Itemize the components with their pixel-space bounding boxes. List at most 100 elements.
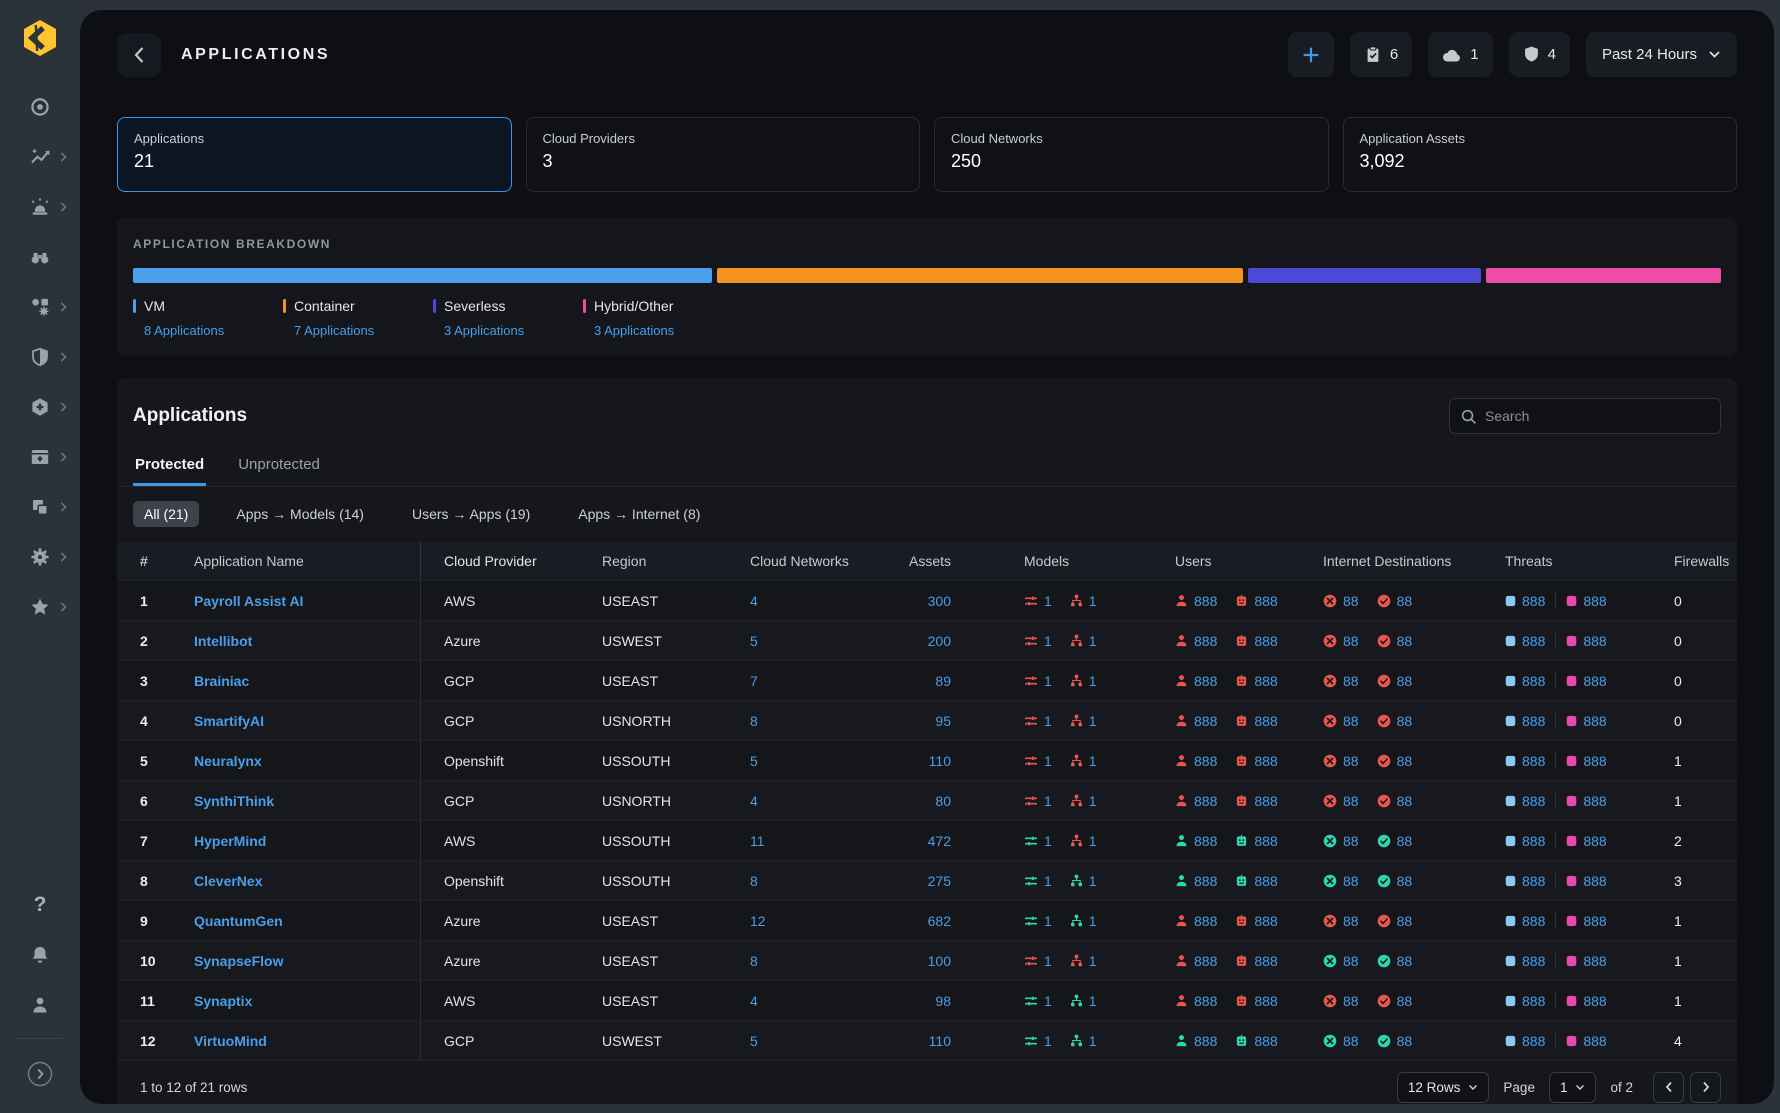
sidebar-item-alarm[interactable] [0, 182, 80, 232]
circle-x-count-link[interactable]: 88 [1343, 1033, 1359, 1049]
user-count-link[interactable]: 888 [1194, 993, 1217, 1009]
threat-chip-count-link[interactable]: 888 [1522, 673, 1545, 689]
user-count-link[interactable]: 888 [1194, 673, 1217, 689]
assets-link[interactable]: 95 [935, 713, 951, 729]
hierarchy-count-link[interactable]: 1 [1089, 1033, 1097, 1049]
circle-x-count-link[interactable]: 88 [1343, 913, 1359, 929]
sidebar-item-target[interactable] [0, 82, 80, 132]
application-name-link[interactable]: SmartifyAI [194, 713, 264, 729]
sidebar-item-hexagon-plus[interactable] [0, 382, 80, 432]
hierarchy-count-link[interactable]: 1 [1089, 593, 1097, 609]
cloud-networks-link[interactable]: 5 [750, 753, 758, 769]
robot-count-link[interactable]: 888 [1254, 873, 1277, 889]
assets-link[interactable]: 89 [935, 673, 951, 689]
application-name-link[interactable]: HyperMind [194, 833, 266, 849]
sidebar-item-shapes[interactable] [0, 282, 80, 332]
robot-count-link[interactable]: 888 [1254, 953, 1277, 969]
legend-count-link[interactable]: 3 Applications [594, 323, 674, 338]
hierarchy-count-link[interactable]: 1 [1089, 993, 1097, 1009]
sidebar-item-window-plus[interactable] [0, 432, 80, 482]
filter-apps-models[interactable]: Apps → Models (14) [225, 501, 375, 527]
circle-x-count-link[interactable]: 88 [1343, 673, 1359, 689]
robot-count-link[interactable]: 888 [1254, 673, 1277, 689]
threat-chip-count-link[interactable]: 888 [1522, 1033, 1545, 1049]
cloud-networks-link[interactable]: 8 [750, 953, 758, 969]
threat-chip-count-link[interactable]: 888 [1522, 993, 1545, 1009]
stat-card-applications[interactable]: Applications 21 [117, 117, 512, 192]
clouds-count-chip[interactable]: 1 [1428, 32, 1492, 77]
robot-count-link[interactable]: 888 [1254, 1033, 1277, 1049]
hierarchy-count-link[interactable]: 1 [1089, 953, 1097, 969]
threat-chip-count-link[interactable]: 888 [1583, 913, 1606, 929]
stat-card-application-assets[interactable]: Application Assets 3,092 [1343, 117, 1738, 192]
sidebar-item-trend[interactable] [0, 132, 80, 182]
threat-chip-count-link[interactable]: 888 [1583, 633, 1606, 649]
application-name-link[interactable]: Neuralynx [194, 753, 262, 769]
assets-link[interactable]: 100 [928, 953, 951, 969]
sidebar-item-copy[interactable] [0, 482, 80, 532]
robot-count-link[interactable]: 888 [1254, 713, 1277, 729]
user-count-link[interactable]: 888 [1194, 913, 1217, 929]
cloud-networks-link[interactable]: 7 [750, 673, 758, 689]
application-name-link[interactable]: VirtuoMind [194, 1033, 267, 1049]
cloud-networks-link[interactable]: 12 [750, 913, 766, 929]
circle-x-count-link[interactable]: 88 [1343, 793, 1359, 809]
threat-chip-count-link[interactable]: 888 [1583, 873, 1606, 889]
robot-count-link[interactable]: 888 [1254, 833, 1277, 849]
robot-count-link[interactable]: 888 [1254, 753, 1277, 769]
sliders-count-link[interactable]: 1 [1044, 593, 1052, 609]
threat-chip-count-link[interactable]: 888 [1583, 793, 1606, 809]
application-name-link[interactable]: Synaptix [194, 993, 252, 1009]
threat-chip-count-link[interactable]: 888 [1522, 913, 1545, 929]
user-count-link[interactable]: 888 [1194, 633, 1217, 649]
assets-link[interactable]: 300 [928, 593, 951, 609]
circle-x-count-link[interactable]: 88 [1343, 873, 1359, 889]
sliders-count-link[interactable]: 1 [1044, 1033, 1052, 1049]
user-count-link[interactable]: 888 [1194, 1033, 1217, 1049]
threat-chip-count-link[interactable]: 888 [1583, 753, 1606, 769]
sliders-count-link[interactable]: 1 [1044, 873, 1052, 889]
back-button[interactable] [117, 33, 161, 77]
breakdown-segment-vm[interactable] [133, 268, 712, 283]
assets-link[interactable]: 275 [928, 873, 951, 889]
sidebar-item-binoculars[interactable] [0, 232, 80, 282]
circle-x-count-link[interactable]: 88 [1343, 833, 1359, 849]
robot-count-link[interactable]: 888 [1254, 993, 1277, 1009]
application-name-link[interactable]: Intellibot [194, 633, 252, 649]
next-page-button[interactable] [1690, 1072, 1721, 1103]
threat-chip-count-link[interactable]: 888 [1583, 673, 1606, 689]
circle-check-count-link[interactable]: 88 [1397, 673, 1413, 689]
threat-chip-count-link[interactable]: 888 [1522, 633, 1545, 649]
user-count-link[interactable]: 888 [1194, 593, 1217, 609]
circle-check-count-link[interactable]: 88 [1397, 753, 1413, 769]
filter-all[interactable]: All (21) [133, 501, 199, 527]
filter-apps-internet[interactable]: Apps → Internet (8) [567, 501, 711, 527]
stat-card-cloud-providers[interactable]: Cloud Providers 3 [526, 117, 921, 192]
time-range-dropdown[interactable]: Past 24 Hours [1586, 32, 1737, 77]
circle-x-count-link[interactable]: 88 [1343, 753, 1359, 769]
sliders-count-link[interactable]: 1 [1044, 713, 1052, 729]
circle-check-count-link[interactable]: 88 [1397, 913, 1413, 929]
robot-count-link[interactable]: 888 [1254, 593, 1277, 609]
cloud-networks-link[interactable]: 5 [750, 1033, 758, 1049]
threat-chip-count-link[interactable]: 888 [1583, 593, 1606, 609]
circle-x-count-link[interactable]: 88 [1343, 953, 1359, 969]
sliders-count-link[interactable]: 1 [1044, 753, 1052, 769]
circle-x-count-link[interactable]: 88 [1343, 713, 1359, 729]
hierarchy-count-link[interactable]: 1 [1089, 793, 1097, 809]
application-name-link[interactable]: Payroll Assist AI [194, 593, 303, 609]
legend-count-link[interactable]: 3 Applications [444, 323, 524, 338]
user-count-link[interactable]: 888 [1194, 833, 1217, 849]
hierarchy-count-link[interactable]: 1 [1089, 633, 1097, 649]
sidebar-expand-button[interactable] [0, 1049, 80, 1099]
circle-x-count-link[interactable]: 88 [1343, 993, 1359, 1009]
circle-check-count-link[interactable]: 88 [1397, 1033, 1413, 1049]
sliders-count-link[interactable]: 1 [1044, 913, 1052, 929]
circle-check-count-link[interactable]: 88 [1397, 953, 1413, 969]
circle-check-count-link[interactable]: 88 [1397, 713, 1413, 729]
user-count-link[interactable]: 888 [1194, 953, 1217, 969]
circle-check-count-link[interactable]: 88 [1397, 633, 1413, 649]
hierarchy-count-link[interactable]: 1 [1089, 713, 1097, 729]
circle-check-count-link[interactable]: 88 [1397, 833, 1413, 849]
sidebar-item-help[interactable]: ? [0, 880, 80, 930]
